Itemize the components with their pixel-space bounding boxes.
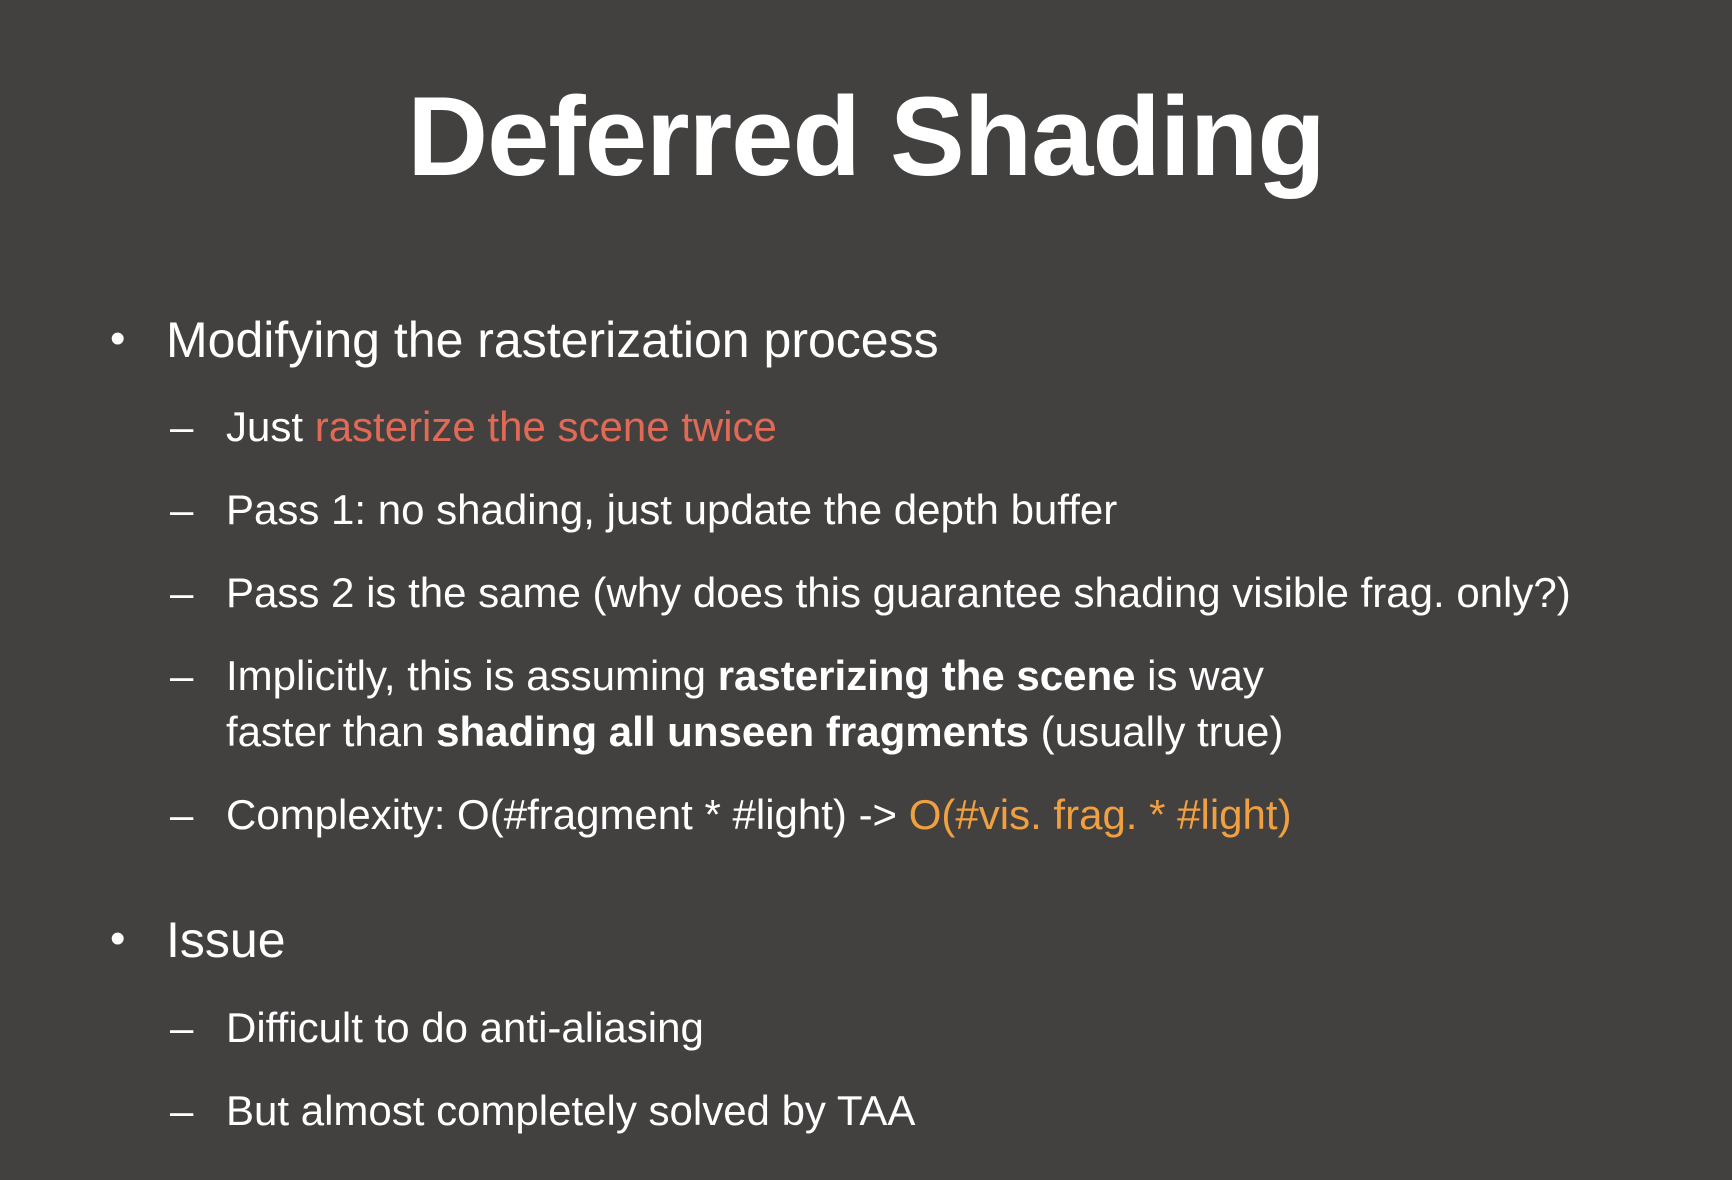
sub-item-text: Pass 2 is the same (why does this guaran… [226, 569, 1571, 616]
bullet-modifying-rasterization: • Modifying the rasterization process [110, 310, 939, 370]
dash-marker: – [170, 486, 194, 533]
text-run: Implicitly, this is assuming [226, 652, 718, 699]
sub-item-text: Pass 1: no shading, just update the dept… [226, 486, 1118, 533]
dash-marker: – [170, 403, 194, 450]
text-run: faster than [226, 708, 437, 755]
line-2: faster than shading all unseen fragments… [226, 704, 1283, 760]
slide-title: Deferred Shading [407, 74, 1326, 199]
text-run: (usually true) [1028, 708, 1284, 755]
bullet-dot: • [110, 914, 126, 963]
bold-text: shading all unseen fragments [436, 708, 1029, 755]
highlight-orange-text: O(#vis. frag. * #light) [908, 791, 1292, 838]
bullet-issue: • Issue [110, 910, 286, 970]
bullet-dot: • [110, 314, 126, 363]
sub-item-text: But almost completely solved by TAA [226, 1087, 916, 1134]
dash-marker: – [170, 569, 194, 616]
sub-item-text: Complexity: O(#fragment * #light) -> O(#… [226, 787, 1292, 843]
dash-marker: – [170, 791, 194, 838]
dash-marker: – [170, 1004, 194, 1051]
sub-item-prefix: Just [226, 403, 315, 450]
line-1: Implicitly, this is assuming rasterizing… [226, 648, 1283, 704]
bullet-label: Modifying the rasterization process [166, 312, 939, 368]
sub-item-text: Implicitly, this is assuming rasterizing… [226, 648, 1283, 760]
dash-marker: – [170, 1087, 194, 1134]
dash-marker: – [170, 652, 194, 699]
text-run: is way [1135, 652, 1264, 699]
highlight-red-text: rasterize the scene twice [314, 403, 777, 450]
slide: Deferred Shading • Modifying the rasteriz… [0, 0, 1732, 1180]
sub-item-prefix: Complexity: O(#fragment * #light) -> [226, 791, 909, 838]
bold-text: rasterizing the scene [717, 652, 1136, 699]
bullet-label: Issue [166, 912, 286, 968]
sub-item-text: Just rasterize the scene twice [226, 399, 777, 455]
sub-item-text: Difficult to do anti-aliasing [226, 1004, 704, 1051]
